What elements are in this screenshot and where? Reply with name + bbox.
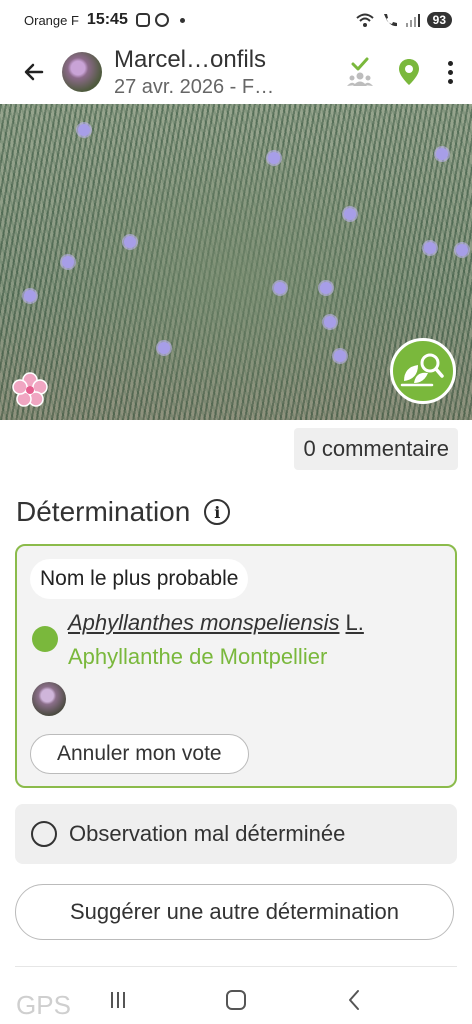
photo-flower — [324, 316, 336, 328]
scientific-name[interactable]: Aphyllanthes monspeliensis L. — [68, 610, 364, 636]
battery-level: 93 — [426, 12, 452, 28]
header-title-block[interactable]: Marcel…onfils 27 avr. 2026 - F… — [114, 46, 304, 99]
arrow-left-icon — [24, 63, 44, 81]
photo-flower — [124, 236, 136, 248]
leaf-search-icon — [400, 353, 444, 387]
photo-flower — [436, 148, 448, 160]
system-nav-bar — [0, 976, 472, 1024]
voter-avatar[interactable] — [32, 682, 66, 716]
wifi-icon — [355, 13, 374, 27]
flower-icon — [12, 372, 48, 407]
photo-flower — [268, 152, 280, 164]
location-pin-icon[interactable] — [398, 58, 420, 86]
common-name: Aphyllanthe de Montpellier — [68, 644, 328, 669]
photo-flower — [334, 350, 346, 362]
nav-back-icon[interactable] — [347, 989, 361, 1011]
comments-button[interactable]: 0 commentaire — [294, 428, 458, 470]
vote-status-dot — [32, 626, 58, 652]
photo-flower — [344, 208, 356, 220]
page-title: Marcel…onfils — [114, 45, 267, 73]
notification-icon — [154, 13, 169, 27]
header-actions — [346, 57, 456, 87]
home-icon[interactable] — [225, 990, 246, 1010]
info-icon[interactable]: i — [204, 499, 231, 525]
divider — [15, 966, 457, 967]
back-button[interactable] — [14, 52, 54, 92]
signal-icon — [405, 14, 420, 27]
misdetermined-option[interactable]: Observation mal déterminée — [15, 804, 457, 864]
author-text: L. — [345, 610, 364, 635]
more-notifications-icon — [179, 17, 185, 23]
cancel-vote-button[interactable]: Annuler mon vote — [30, 734, 249, 774]
photo-flower — [62, 256, 74, 268]
page-subtitle: 27 avr. 2026 - F… — [114, 75, 275, 98]
status-bar: Orange F 15:45 93 — [0, 0, 472, 40]
photo-flower — [158, 342, 170, 354]
app-header: Marcel…onfils 27 avr. 2026 - F… — [0, 40, 472, 104]
photo-flower — [24, 290, 36, 302]
misdetermined-label: Observation mal déterminée — [69, 821, 346, 846]
group-icon — [347, 72, 373, 86]
more-vert-icon[interactable] — [444, 60, 456, 84]
clock: 15:45 — [86, 11, 128, 28]
photo-flower — [274, 282, 286, 294]
validation-status[interactable] — [346, 57, 374, 87]
scientific-name-text: Aphyllanthes monspeliensis — [68, 610, 340, 635]
radio-button[interactable] — [31, 821, 57, 847]
identify-button[interactable] — [390, 338, 456, 404]
section-title: Détermination — [16, 496, 191, 527]
determination-heading: Détermination i — [16, 496, 231, 528]
photo-flower — [78, 124, 90, 136]
wifi-call-icon — [383, 14, 397, 27]
observer-avatar[interactable] — [62, 52, 102, 92]
carrier-label: Orange F — [24, 12, 79, 28]
photo-flower — [456, 244, 468, 256]
status-right: 93 — [355, 12, 452, 28]
observation-photo[interactable] — [0, 104, 472, 420]
probable-name-badge: Nom le plus probable — [30, 559, 249, 599]
check-icon — [351, 57, 369, 71]
suggest-determination-button[interactable]: Suggérer une autre détermination — [15, 884, 454, 940]
photo-flower — [424, 242, 436, 254]
instagram-icon — [135, 13, 150, 27]
determination-card: Nom le plus probable Aphyllanthes monspe… — [15, 544, 457, 788]
recent-apps-icon[interactable] — [110, 992, 125, 1008]
photo-flower — [320, 282, 332, 294]
